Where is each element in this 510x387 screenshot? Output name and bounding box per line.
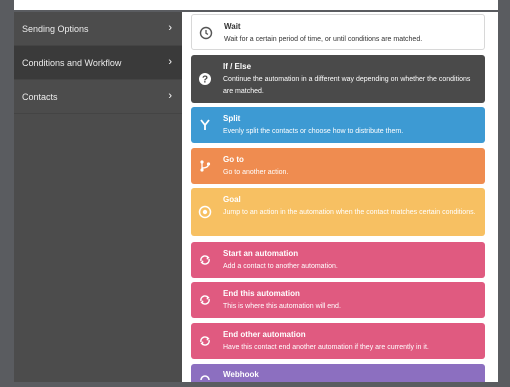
action-title: End this automation (223, 289, 300, 298)
action-desc: This is where this automation will end. (223, 303, 341, 310)
action-desc: Go to another action. (223, 169, 289, 176)
action-end-this-automation[interactable]: End this automation This is where this a… (191, 282, 485, 318)
clock-icon (198, 25, 214, 41)
action-desc: Have this contact end another automation… (223, 344, 429, 351)
svg-text:?: ? (202, 75, 208, 86)
modal-top-edge (14, 0, 498, 10)
action-split[interactable]: Split Evenly split the contacts or choos… (191, 107, 485, 143)
action-title: Wait (224, 22, 241, 31)
sidebar-item-sending-options[interactable]: Sending Options › (14, 12, 182, 46)
goto-icon (197, 158, 213, 174)
action-desc: Evenly split the contacts or choose how … (223, 128, 404, 135)
chevron-right-icon: › (168, 56, 172, 68)
action-title: Go to (223, 155, 244, 164)
question-icon: ? (197, 71, 213, 87)
chevron-right-icon: › (168, 22, 172, 34)
sidebar-item-conditions-and-workflow[interactable]: Conditions and Workflow › (14, 46, 182, 80)
sidebar-item-label: Conditions and Workflow (22, 57, 122, 68)
action-title: Webhook (223, 370, 259, 379)
action-start-automation[interactable]: Start an automation Add a contact to ano… (191, 242, 485, 278)
action-title: If / Else (223, 62, 252, 71)
sidebar-item-label: Contacts (22, 91, 58, 102)
action-desc: Continue the automation in a different w… (223, 76, 471, 95)
chevron-right-icon: › (168, 90, 172, 102)
action-desc: Jump to an action in the automation when… (223, 209, 476, 216)
automation-icon (197, 333, 213, 349)
action-go-to[interactable]: Go to Go to another action. (191, 148, 485, 184)
action-goal[interactable]: Goal Jump to an action in the automation… (191, 188, 485, 236)
split-icon (197, 117, 213, 133)
action-title: Goal (223, 195, 241, 204)
automation-icon (197, 292, 213, 308)
action-end-other-automation[interactable]: End other automation Have this contact e… (191, 323, 485, 359)
action-desc: Wait for a certain period of time, or un… (224, 36, 423, 43)
sidebar-item-contacts[interactable]: Contacts › (14, 80, 182, 114)
action-webhook[interactable]: Webhook (191, 364, 485, 382)
action-desc: Add a contact to another automation. (223, 263, 338, 270)
action-title: End other automation (223, 330, 306, 339)
sidebar-item-label: Sending Options (22, 23, 89, 34)
webhook-icon (197, 371, 213, 387)
action-title: Start an automation (223, 249, 299, 258)
action-if-else[interactable]: ? If / Else Continue the automation in a… (191, 55, 485, 103)
automation-icon (197, 252, 213, 268)
action-title: Split (223, 114, 241, 123)
target-icon (197, 204, 213, 220)
action-wait[interactable]: Wait Wait for a certain period of time, … (191, 14, 485, 50)
sidebar: Sending Options › Conditions and Workflo… (14, 12, 182, 382)
